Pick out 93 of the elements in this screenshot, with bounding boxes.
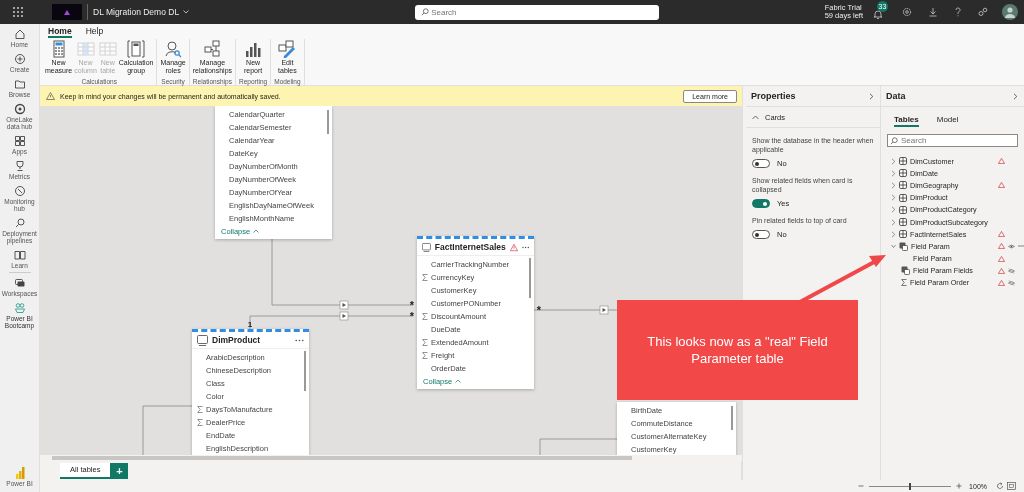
chevron-icon[interactable]: [891, 157, 896, 165]
people-icon: [13, 302, 26, 314]
chevron-icon: [752, 114, 759, 120]
toggle-switch[interactable]: [752, 159, 770, 168]
chevron-icon[interactable]: [891, 242, 896, 250]
pane-tab[interactable]: Tables: [894, 113, 919, 127]
table-icon: [899, 169, 907, 178]
panel-title: Data: [886, 91, 906, 101]
bar-chart-icon: [13, 466, 26, 479]
sigma-icon: [422, 313, 428, 320]
bar-chart-icon: [244, 40, 263, 58]
workspace-name-button[interactable]: DL Migration Demo DL: [93, 7, 190, 17]
ribbon-tab[interactable]: Home: [48, 26, 72, 38]
grid-icon: [98, 40, 117, 58]
ribbon-tab[interactable]: Help: [85, 26, 104, 38]
chevron-icon[interactable]: [891, 169, 896, 177]
reset-icon[interactable]: [996, 482, 1004, 490]
cardinality-label: *: [409, 299, 415, 311]
trophy-icon: [13, 160, 26, 172]
table-icon: [899, 193, 907, 202]
chevron-down-icon: [183, 10, 190, 14]
help-icon[interactable]: [954, 7, 962, 17]
cardinality-label: *: [536, 304, 542, 316]
plus-circle-icon: [13, 53, 26, 65]
folder-icon: [13, 78, 26, 90]
chevron-up-icon: [455, 379, 462, 383]
scrollbar[interactable]: [304, 351, 306, 391]
direction-icon: [339, 311, 349, 321]
diagram-icon: [203, 40, 222, 58]
chevron-icon[interactable]: [891, 206, 896, 214]
book-icon: [13, 249, 26, 261]
more-icon[interactable]: [521, 245, 529, 249]
parameter-table-icon: [899, 241, 908, 251]
zoom-in-icon[interactable]: [956, 483, 963, 489]
table-icon: [899, 181, 907, 190]
table-icon: [899, 218, 907, 227]
home-icon: [13, 28, 26, 40]
table-icon: [422, 241, 431, 253]
workspaces-icon: [13, 277, 26, 289]
add-tab-button[interactable]: +: [110, 462, 129, 479]
search-icon: [890, 136, 898, 145]
person-search-icon: [164, 40, 183, 58]
table-title: DimProduct: [212, 335, 262, 345]
chevron-icon[interactable]: [891, 218, 896, 226]
share-icon[interactable]: [978, 7, 988, 17]
chevron-icon[interactable]: [891, 230, 896, 238]
calculator-icon: [127, 40, 146, 58]
hidden-eye-icon[interactable]: [1008, 279, 1015, 286]
zoom-out-icon[interactable]: [858, 483, 865, 489]
app-launcher-icon[interactable]: [13, 7, 23, 17]
more-icon[interactable]: [295, 338, 304, 342]
sigma-icon: [901, 279, 907, 287]
toggle-switch[interactable]: [752, 199, 770, 208]
horizontal-scrollbar[interactable]: [40, 455, 742, 461]
hidden-eye-icon[interactable]: [1008, 267, 1015, 274]
eye-icon[interactable]: [1008, 243, 1015, 249]
table-icon: [899, 205, 907, 214]
collapse-pane-icon[interactable]: [1013, 92, 1018, 100]
search-field[interactable]: Search: [415, 4, 660, 20]
table-icon: [197, 334, 208, 346]
download-icon[interactable]: [928, 7, 938, 17]
grid-icon: [76, 40, 95, 58]
bell-icon[interactable]: [873, 9, 883, 20]
parameter-table-icon: [901, 266, 910, 276]
chevron-icon[interactable]: [891, 181, 896, 189]
globe-icon: [13, 103, 26, 115]
scrollbar[interactable]: [529, 258, 531, 298]
warning-icon: [46, 92, 55, 100]
apps-icon: [13, 135, 26, 147]
direction-icon: [599, 305, 609, 315]
toggle-switch[interactable]: [752, 230, 770, 239]
callout-text: This looks now as a "real" Field Parameter table: [646, 333, 829, 367]
cardinality-label: 1: [247, 320, 253, 329]
chevron-up-icon: [253, 229, 260, 233]
collapse-pane-icon[interactable]: [869, 92, 874, 100]
sigma-icon: [422, 274, 428, 281]
direction-icon: [339, 300, 349, 310]
scrollbar[interactable]: [327, 110, 329, 134]
table-icon: [899, 157, 907, 166]
search-icon: [421, 8, 430, 16]
pencil-icon: [278, 40, 297, 58]
cardinality-label: *: [409, 310, 415, 322]
chevron-icon[interactable]: [891, 194, 896, 202]
table-icon: [899, 230, 907, 239]
fit-to-screen-icon[interactable]: [1007, 482, 1016, 490]
avatar-icon[interactable]: [1002, 4, 1018, 20]
search-field[interactable]: Search: [887, 134, 1018, 147]
table-title: FactInternetSales: [434, 242, 506, 252]
pane-tab[interactable]: Model: [936, 113, 959, 127]
scrollbar[interactable]: [731, 406, 733, 430]
panel-title: Properties: [751, 91, 796, 101]
settings-icon[interactable]: [902, 7, 912, 17]
workspace-logo: [52, 4, 82, 20]
